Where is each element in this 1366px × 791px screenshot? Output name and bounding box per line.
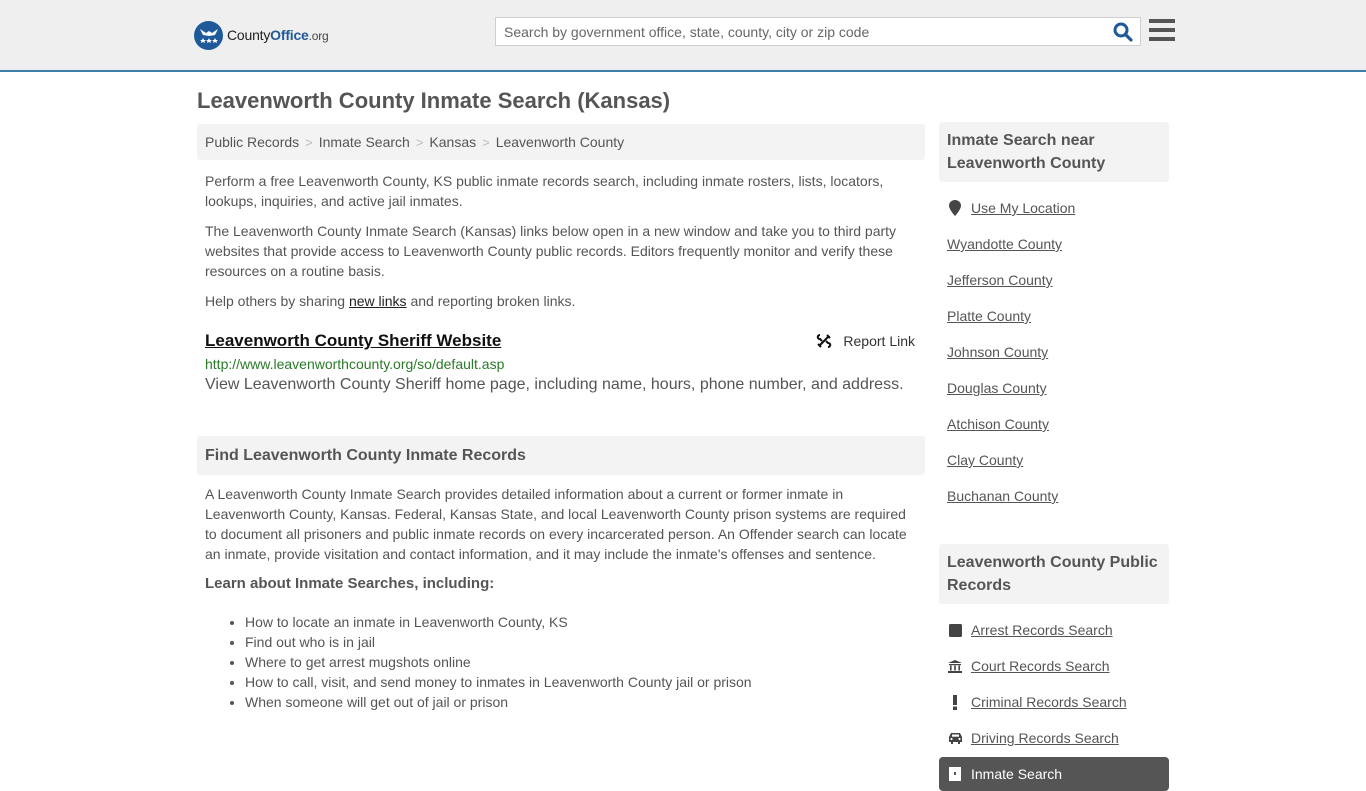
- list-item: How to locate an inmate in Leavenworth C…: [245, 612, 925, 632]
- public-records-list: Arrest Records Search Court Records Sear…: [939, 612, 1169, 791]
- breadcrumb: Public Records > Inmate Search > Kansas …: [197, 124, 925, 160]
- sidebar-item-county[interactable]: Atchison County: [947, 406, 1161, 442]
- sidebar-item-county[interactable]: Clay County: [947, 442, 1161, 478]
- search-bar: [495, 17, 1141, 46]
- map-marker-icon: [947, 200, 963, 216]
- site-header: CountyOffice.org: [0, 0, 1366, 72]
- sidebar-item-county[interactable]: Douglas County: [947, 370, 1161, 406]
- sidebar-item-county[interactable]: Buchanan County: [947, 478, 1161, 514]
- sidebar-item-driving-records[interactable]: Driving Records Search: [947, 720, 1161, 756]
- listing-item: Leavenworth County Sheriff Website Repor…: [197, 331, 925, 394]
- public-records-heading: Leavenworth County Public Records: [939, 544, 1169, 604]
- hamburger-menu-icon[interactable]: [1149, 19, 1175, 43]
- listing-url: http://www.leavenworthcounty.org/so/defa…: [205, 356, 505, 372]
- intro-section: Perform a free Leavenworth County, KS pu…: [197, 171, 925, 311]
- use-my-location-item[interactable]: Use My Location: [947, 190, 1161, 226]
- main-content: Public Records > Inmate Search > Kansas …: [197, 124, 925, 712]
- sidebar-item-arrest-records[interactable]: Arrest Records Search: [947, 612, 1161, 648]
- list-item: When someone will get out of jail or pri…: [245, 692, 925, 712]
- logo-county: County: [227, 27, 271, 43]
- learn-heading: Learn about Inmate Searches, including:: [205, 575, 495, 592]
- intro-paragraph-3: Help others by sharing new links and rep…: [205, 291, 917, 311]
- sidebar-item-court-records[interactable]: Court Records Search: [947, 648, 1161, 684]
- square-icon: [947, 623, 963, 637]
- breadcrumb-leavenworth-county[interactable]: Leavenworth County: [496, 134, 624, 150]
- jail-door-icon: [947, 767, 963, 781]
- find-records-body: A Leavenworth County Inmate Search provi…: [205, 486, 907, 562]
- court-records-link[interactable]: Court Records Search: [971, 658, 1110, 674]
- breadcrumb-kansas[interactable]: Kansas: [429, 134, 476, 150]
- listing-description: View Leavenworth County Sheriff home pag…: [205, 376, 904, 393]
- help-text-end: and reporting broken links.: [406, 293, 576, 309]
- county-link[interactable]: Wyandotte County: [947, 236, 1062, 252]
- intro-paragraph-2: The Leavenworth County Inmate Search (Ka…: [205, 223, 897, 279]
- sidebar-item-inmate-search[interactable]: Inmate Search: [939, 757, 1169, 791]
- list-item: Find out who is in jail: [245, 632, 925, 652]
- find-records-heading: Find Leavenworth County Inmate Records: [197, 436, 925, 475]
- inmate-search-link[interactable]: Inmate Search: [971, 766, 1062, 782]
- page-title: Leavenworth County Inmate Search (Kansas…: [197, 88, 671, 113]
- nearby-counties-list: Use My Location Wyandotte County Jeffers…: [939, 190, 1169, 514]
- exclamation-icon: [947, 694, 963, 710]
- new-links-link[interactable]: new links: [349, 293, 407, 309]
- learn-list: How to locate an inmate in Leavenworth C…: [197, 612, 925, 712]
- sidebar: Inmate Search near Leavenworth County Us…: [939, 122, 1169, 791]
- county-link[interactable]: Platte County: [947, 308, 1031, 324]
- county-link[interactable]: Jefferson County: [947, 272, 1053, 288]
- arrest-records-link[interactable]: Arrest Records Search: [971, 622, 1113, 638]
- list-item: How to call, visit, and send money to in…: [245, 672, 925, 692]
- broken-link-icon: [817, 334, 832, 348]
- sidebar-item-county[interactable]: Platte County: [947, 298, 1161, 334]
- county-link[interactable]: Johnson County: [947, 344, 1048, 360]
- logo-org: .org: [308, 29, 329, 43]
- logo-office: Office: [270, 27, 309, 43]
- report-link-button[interactable]: Report Link: [816, 333, 915, 349]
- logo-text: CountyOffice.org: [227, 27, 329, 43]
- county-link[interactable]: Douglas County: [947, 380, 1047, 396]
- logo-eagle-icon: [194, 20, 223, 50]
- breadcrumb-separator: >: [305, 134, 313, 150]
- help-text: Help others by sharing: [205, 293, 349, 309]
- site-logo[interactable]: CountyOffice.org: [194, 20, 329, 50]
- breadcrumb-separator: >: [482, 134, 490, 150]
- county-link[interactable]: Clay County: [947, 452, 1023, 468]
- report-link-label: Report Link: [843, 333, 915, 349]
- car-icon: [947, 732, 963, 744]
- breadcrumb-inmate-search[interactable]: Inmate Search: [319, 134, 410, 150]
- breadcrumb-public-records[interactable]: Public Records: [205, 134, 299, 150]
- intro-paragraph-1: Perform a free Leavenworth County, KS pu…: [205, 173, 884, 209]
- search-button[interactable]: [1112, 21, 1134, 43]
- use-my-location-link[interactable]: Use My Location: [971, 200, 1075, 216]
- courthouse-icon: [947, 659, 963, 673]
- list-item: Where to get arrest mugshots online: [245, 652, 925, 672]
- sidebar-item-county[interactable]: Johnson County: [947, 334, 1161, 370]
- county-link[interactable]: Atchison County: [947, 416, 1049, 432]
- listing-title-link[interactable]: Leavenworth County Sheriff Website: [205, 331, 501, 350]
- search-icon: [1113, 22, 1133, 42]
- breadcrumb-separator: >: [415, 134, 424, 150]
- county-link[interactable]: Buchanan County: [947, 488, 1058, 504]
- driving-records-link[interactable]: Driving Records Search: [971, 730, 1119, 746]
- sidebar-item-criminal-records[interactable]: Criminal Records Search: [947, 684, 1161, 720]
- sidebar-item-county[interactable]: Jefferson County: [947, 262, 1161, 298]
- search-input[interactable]: [496, 18, 1106, 45]
- criminal-records-link[interactable]: Criminal Records Search: [971, 694, 1127, 710]
- nearby-heading: Inmate Search near Leavenworth County: [939, 122, 1169, 182]
- sidebar-item-county[interactable]: Wyandotte County: [947, 226, 1161, 262]
